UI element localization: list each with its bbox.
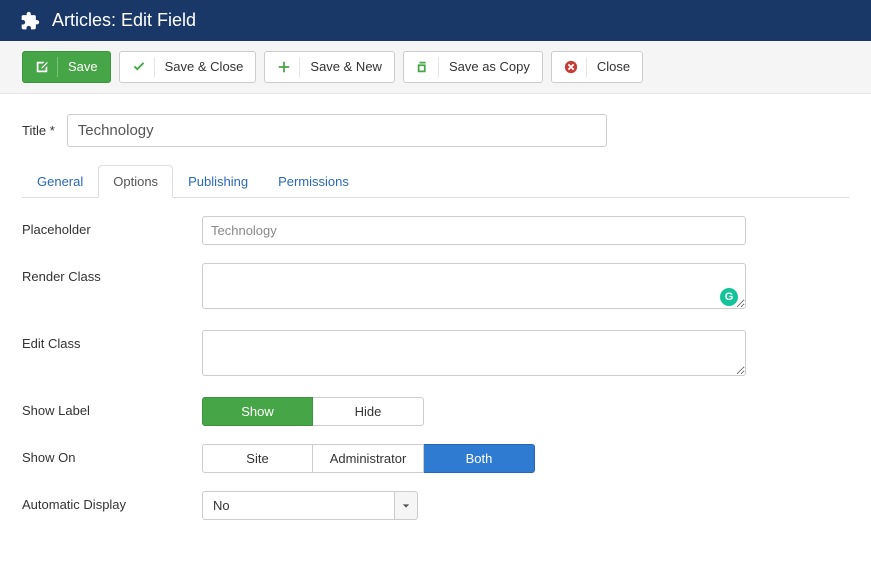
plus-icon [277,60,291,74]
render-class-input[interactable] [202,263,746,309]
show-on-admin[interactable]: Administrator [313,444,424,473]
auto-display-select[interactable]: No [202,491,418,520]
show-label-toggle: Show Hide [202,397,746,426]
edit-class-label: Edit Class [22,330,202,351]
show-on-both[interactable]: Both [424,444,535,473]
save-close-button[interactable]: Save & Close [119,51,257,83]
title-field-row: Title * [22,114,849,147]
tab-publishing[interactable]: Publishing [173,165,263,198]
title-input[interactable] [67,114,607,147]
show-on-row: Show On Site Administrator Both [22,444,849,473]
pencil-square-icon [35,60,49,74]
title-label: Title * [22,123,55,138]
tab-permissions[interactable]: Permissions [263,165,364,198]
render-class-label: Render Class [22,263,202,284]
grammarly-icon: G [720,288,738,306]
close-button[interactable]: Close [551,51,643,83]
auto-display-label: Automatic Display [22,491,202,512]
puzzle-icon [20,11,40,31]
auto-display-row: Automatic Display No [22,491,849,520]
save-new-button[interactable]: Save & New [264,51,395,83]
check-icon [132,60,146,74]
show-on-site[interactable]: Site [202,444,313,473]
chevron-down-icon [394,491,418,520]
page-header: Articles: Edit Field [0,0,871,41]
placeholder-row: Placeholder [22,216,849,245]
show-label-hide[interactable]: Hide [313,397,424,426]
copy-icon [416,60,430,74]
show-label-row: Show Label Show Hide [22,397,849,426]
render-class-row: Render Class G [22,263,849,312]
save-copy-button[interactable]: Save as Copy [403,51,543,83]
tab-general[interactable]: General [22,165,98,198]
content-area: Title * General Options Publishing Permi… [0,94,871,558]
edit-class-row: Edit Class [22,330,849,379]
auto-display-value: No [202,491,394,520]
edit-class-input[interactable] [202,330,746,376]
placeholder-label: Placeholder [22,216,202,237]
show-label-show[interactable]: Show [202,397,313,426]
placeholder-input[interactable] [202,216,746,245]
toolbar: Save Save & Close Save & New Save as Cop… [0,41,871,94]
tab-options[interactable]: Options [98,165,173,198]
tab-bar: General Options Publishing Permissions [22,165,849,198]
show-label-label: Show Label [22,397,202,418]
page-title: Articles: Edit Field [52,10,196,31]
show-on-toggle: Site Administrator Both [202,444,746,473]
save-button[interactable]: Save [22,51,111,83]
cancel-icon [564,60,578,74]
show-on-label: Show On [22,444,202,465]
